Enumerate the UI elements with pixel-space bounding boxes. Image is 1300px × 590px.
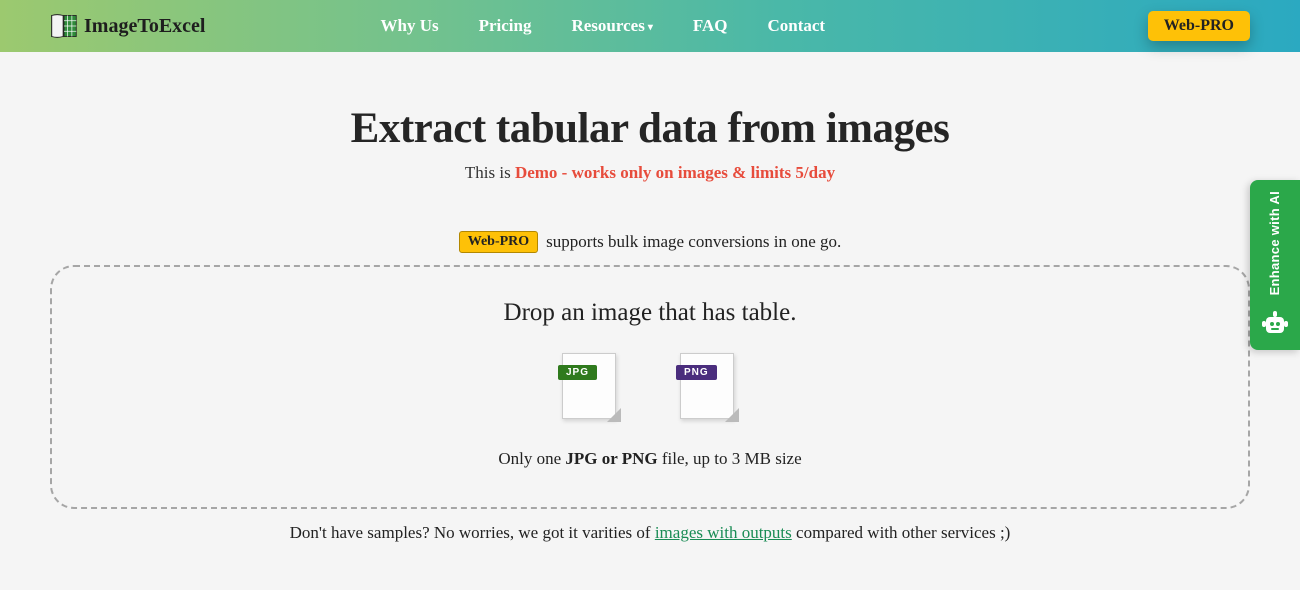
nav-resources[interactable]: Resources ▾ xyxy=(571,16,652,36)
jpg-file-icon: JPG xyxy=(562,353,620,421)
brand-logo[interactable]: ImageToExcel xyxy=(50,12,205,40)
pro-info-line: Web-PRO supports bulk image conversions … xyxy=(0,231,1300,253)
pro-info-text: supports bulk image conversions in one g… xyxy=(546,232,841,252)
subtitle-prefix: This is xyxy=(465,163,515,182)
page-title: Extract tabular data from images xyxy=(0,104,1300,153)
web-pro-badge[interactable]: Web-PRO xyxy=(459,231,538,253)
png-badge: PNG xyxy=(676,365,717,380)
nav-faq[interactable]: FAQ xyxy=(693,16,728,36)
dropzone-note: Only one JPG or PNG file, up to 3 MB siz… xyxy=(72,449,1228,469)
jpg-badge: JPG xyxy=(558,365,597,380)
png-file-icon: PNG xyxy=(680,353,738,421)
enhance-ai-widget[interactable]: Enhance with AI xyxy=(1250,180,1300,350)
note-formats: JPG or PNG xyxy=(565,449,657,468)
enhance-ai-label: Enhance with AI xyxy=(1267,191,1283,295)
file-type-icons: JPG PNG xyxy=(72,353,1228,421)
file-dropzone[interactable]: Drop an image that has table. JPG PNG On… xyxy=(50,265,1250,509)
page-subtitle: This is Demo - works only on images & li… xyxy=(0,163,1300,183)
samples-suffix: compared with other services ;) xyxy=(796,523,1010,542)
samples-link[interactable]: images with outputs xyxy=(655,523,792,542)
nav-pricing[interactable]: Pricing xyxy=(479,16,532,36)
spreadsheet-icon xyxy=(50,12,78,40)
note-suffix: file, up to 3 MB size xyxy=(662,449,802,468)
header-bar: ImageToExcel Why Us Pricing Resources ▾ … xyxy=(0,0,1300,52)
brand-name: ImageToExcel xyxy=(84,15,205,38)
robot-icon xyxy=(1262,309,1288,339)
note-prefix: Only one xyxy=(498,449,565,468)
main-nav: Why Us Pricing Resources ▾ FAQ Contact xyxy=(380,16,825,36)
nav-contact[interactable]: Contact xyxy=(767,16,825,36)
chevron-down-icon: ▾ xyxy=(648,22,653,33)
main-content: Extract tabular data from images This is… xyxy=(0,52,1300,543)
dropzone-title: Drop an image that has table. xyxy=(72,299,1228,327)
web-pro-button[interactable]: Web-PRO xyxy=(1148,11,1250,41)
samples-line: Don't have samples? No worries, we got i… xyxy=(0,523,1300,543)
nav-resources-label: Resources xyxy=(571,16,644,36)
demo-warning: Demo - works only on images & limits 5/d… xyxy=(515,163,835,182)
samples-prefix: Don't have samples? No worries, we got i… xyxy=(290,523,655,542)
nav-why-us[interactable]: Why Us xyxy=(380,16,438,36)
